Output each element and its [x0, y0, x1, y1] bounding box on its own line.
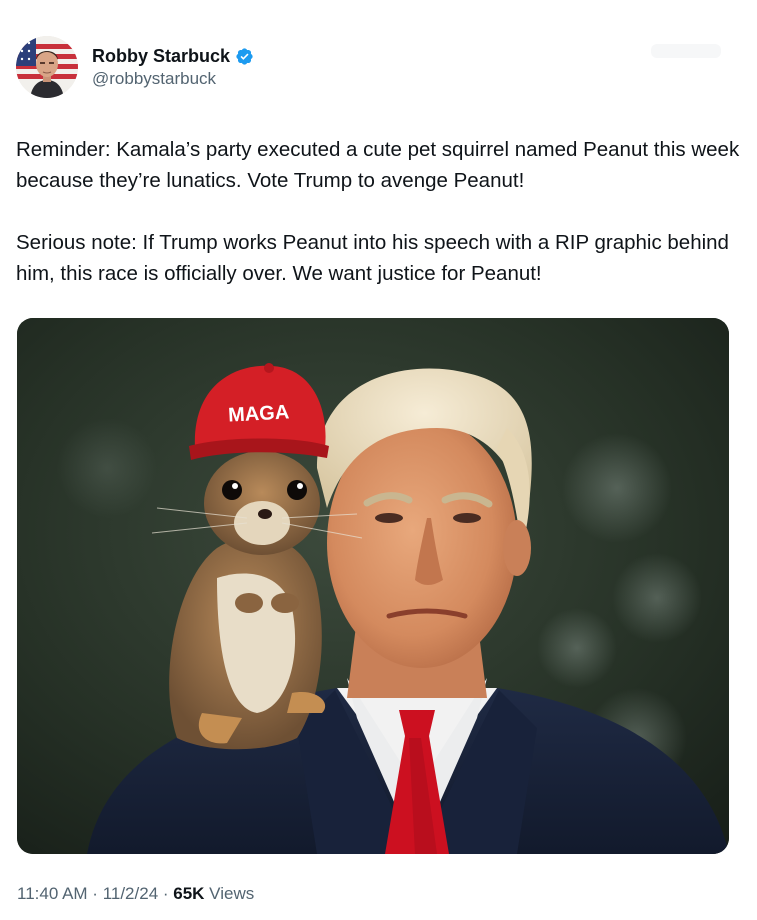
tweet-paragraph-2: Serious note: If Trump works Peanut into…	[16, 231, 729, 285]
verified-badge-icon	[235, 47, 254, 66]
display-name[interactable]: Robby Starbuck	[92, 45, 230, 68]
tweet-date[interactable]: 11/2/24	[103, 884, 158, 903]
tweet-time[interactable]: 11:40 AM	[17, 884, 88, 903]
meta-separator-1: ·	[87, 884, 103, 903]
user-names: Robby Starbuck @robbystarbuck	[92, 45, 254, 89]
avatar[interactable]	[16, 36, 78, 98]
tweet: Robby Starbuck @robbystarbuck Reminder: …	[0, 0, 757, 920]
tweet-image[interactable]: MAGA	[17, 318, 729, 854]
top-right-blur	[651, 44, 721, 58]
user-handle[interactable]: @robbystarbuck	[92, 68, 254, 89]
meta-separator-2: ·	[158, 884, 174, 903]
name-row: Robby Starbuck	[92, 45, 254, 68]
tweet-meta: 11:40 AM · 11/2/24 · 65K Views	[17, 884, 254, 904]
views-label: Views	[204, 884, 255, 903]
cap-text: MAGA	[228, 401, 290, 426]
tweet-header: Robby Starbuck @robbystarbuck	[16, 36, 254, 98]
views-count[interactable]: 65K	[173, 884, 204, 903]
tweet-paragraph-1: Reminder: Kamala’s party executed a cute…	[16, 138, 740, 192]
tweet-text: Reminder: Kamala’s party executed a cute…	[16, 134, 741, 289]
